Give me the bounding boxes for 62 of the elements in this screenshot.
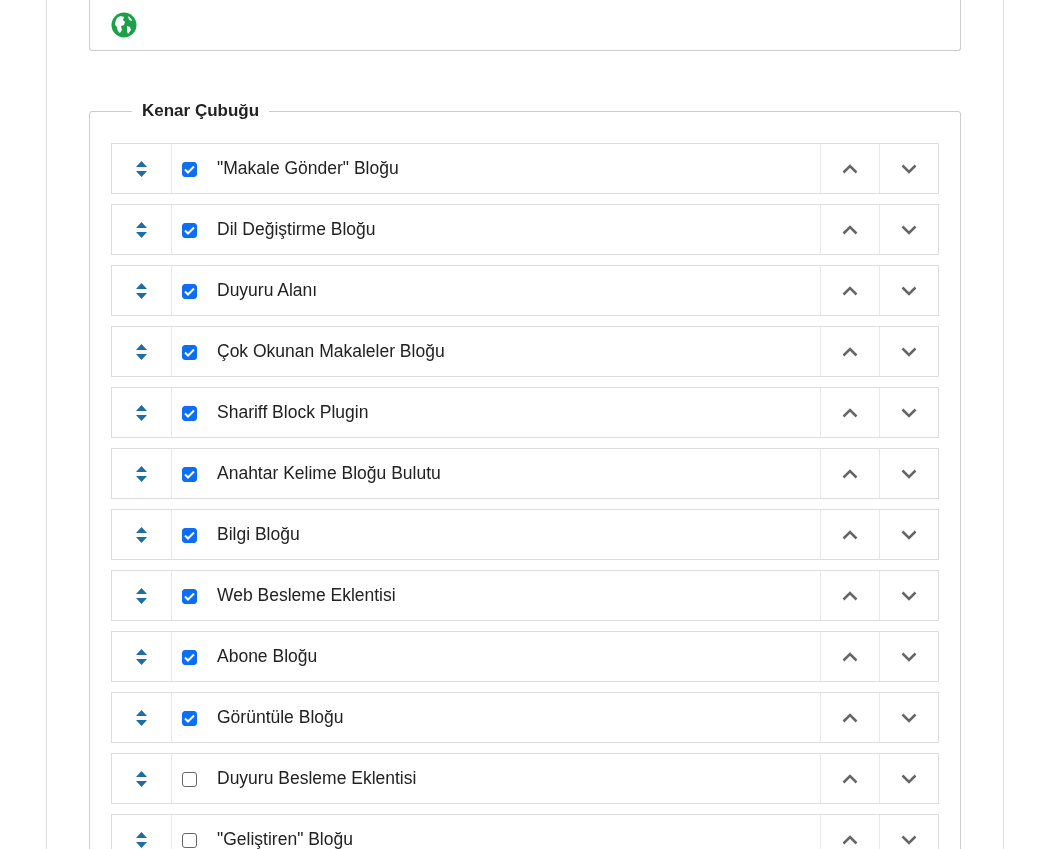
block-label: Bilgi Bloğu [217, 524, 300, 545]
block-label: Dil Değiştirme Bloğu [217, 219, 376, 240]
chevron-up-icon [842, 407, 858, 418]
chevron-down-icon [901, 163, 917, 174]
sort-icon[interactable] [136, 526, 147, 543]
block-label: Abone Bloğu [217, 646, 318, 667]
chevron-down-icon [901, 407, 917, 418]
checkbox[interactable] [182, 528, 197, 543]
chevron-up-icon [842, 590, 858, 601]
chevron-down-icon [901, 529, 917, 540]
chevron-down-icon [901, 346, 917, 357]
sort-icon[interactable] [136, 648, 147, 665]
block-label: Duyuru Alanı [217, 280, 318, 301]
sort-icon[interactable] [136, 160, 147, 177]
checkbox[interactable] [182, 772, 197, 787]
globe-icon [111, 12, 137, 38]
sort-icon[interactable] [136, 404, 147, 421]
chevron-down-icon [901, 712, 917, 723]
checkbox[interactable] [182, 345, 197, 360]
sort-icon[interactable] [136, 221, 147, 238]
block-label: Çok Okunan Makaleler Bloğu [217, 341, 445, 362]
chevron-up-icon [842, 529, 858, 540]
section-title: Kenar Çubuğu [141, 101, 261, 121]
chevron-down-icon [901, 834, 917, 845]
sort-icon[interactable] [136, 770, 147, 787]
chevron-down-icon [901, 773, 917, 784]
checkbox[interactable] [182, 833, 197, 848]
chevron-down-icon [901, 468, 917, 479]
block-label: Web Besleme Eklentisi [217, 585, 396, 606]
checkbox[interactable] [182, 467, 197, 482]
checkbox[interactable] [182, 650, 197, 665]
block-label: Shariff Block Plugin [217, 402, 369, 423]
chevron-down-icon [901, 224, 917, 235]
chevron-up-icon [842, 285, 858, 296]
sort-icon[interactable] [136, 831, 147, 848]
chevron-up-icon [842, 468, 858, 479]
sort-icon[interactable] [136, 343, 147, 360]
block-label: "Makale Gönder" Bloğu [217, 158, 399, 179]
checkbox[interactable] [182, 162, 197, 177]
chevron-up-icon [842, 834, 858, 845]
checkbox[interactable] [182, 711, 197, 726]
chevron-up-icon [842, 346, 858, 357]
chevron-down-icon [901, 285, 917, 296]
checkbox[interactable] [182, 589, 197, 604]
chevron-up-icon [842, 712, 858, 723]
sort-icon[interactable] [136, 587, 147, 604]
sort-icon[interactable] [136, 709, 147, 726]
checkbox[interactable] [182, 406, 197, 421]
block-label: "Geliştiren" Bloğu [217, 829, 353, 849]
checkbox[interactable] [182, 284, 197, 299]
block-label: Anahtar Kelime Bloğu Bulutu [217, 463, 441, 484]
checkbox[interactable] [182, 223, 197, 238]
chevron-up-icon [842, 773, 858, 784]
block-label: Görüntüle Bloğu [217, 707, 344, 728]
chevron-up-icon [842, 163, 858, 174]
chevron-up-icon [842, 224, 858, 235]
block-label: Duyuru Besleme Eklentisi [217, 768, 417, 789]
chevron-down-icon [901, 651, 917, 662]
chevron-up-icon [842, 651, 858, 662]
sort-icon[interactable] [136, 282, 147, 299]
chevron-down-icon [901, 590, 917, 601]
sort-icon[interactable] [136, 465, 147, 482]
